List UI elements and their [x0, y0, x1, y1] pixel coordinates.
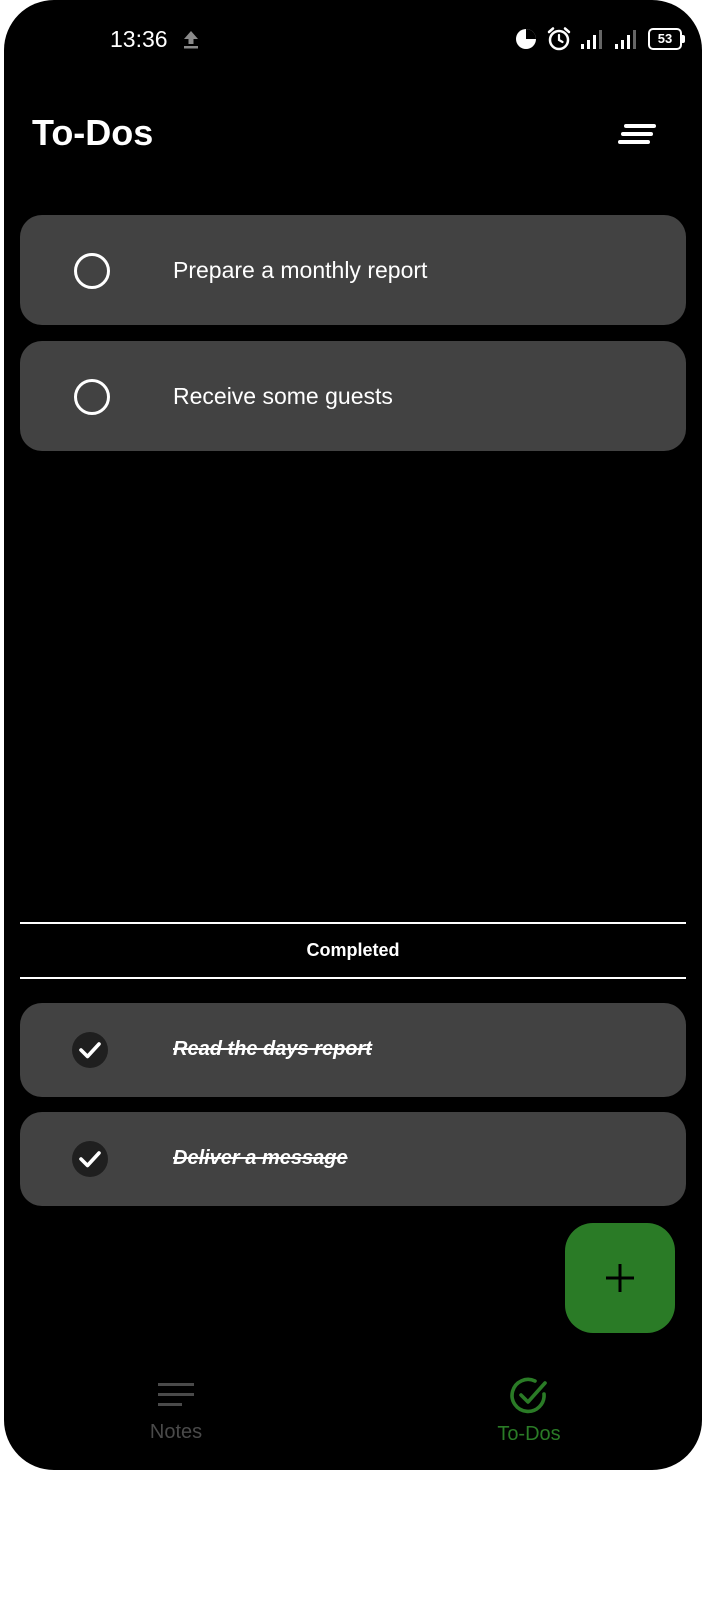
nav-label-todos: To-Dos: [497, 1423, 561, 1445]
todo-checkbox[interactable]: [74, 253, 110, 289]
checked-checkbox[interactable]: [72, 1141, 108, 1177]
data-usage-icon: [516, 29, 536, 49]
signal-icon-1: [581, 30, 602, 49]
add-todo-button[interactable]: [565, 1223, 675, 1333]
battery-indicator: 53: [648, 28, 685, 50]
completed-section-title: Completed: [306, 940, 400, 960]
alarm-icon: [547, 27, 571, 51]
phone-screen: 13:36 53 To-Dos Prepare a monthly report…: [4, 0, 702, 1470]
sort-icon: [618, 124, 656, 144]
todo-label: Prepare a monthly report: [173, 257, 428, 283]
status-icons: 53: [514, 26, 685, 52]
todo-item[interactable]: Prepare a monthly report: [20, 215, 686, 325]
signal-icon-2: [615, 30, 636, 49]
section-divider-top: [20, 922, 686, 924]
notes-icon: [158, 1383, 194, 1406]
status-bar: 13:36 53: [4, 0, 702, 80]
check-circle-icon: [510, 1377, 547, 1414]
page-title: To-Dos: [32, 112, 154, 153]
nav-item-todos[interactable]: To-Dos: [449, 1377, 609, 1446]
plus-icon: [606, 1264, 634, 1292]
upload-icon: [184, 31, 198, 49]
completed-todo-item[interactable]: Deliver a message: [20, 1112, 686, 1206]
completed-todo-label: Deliver a message: [173, 1147, 348, 1169]
todo-checkbox[interactable]: [74, 379, 110, 415]
todo-label: Receive some guests: [173, 383, 393, 409]
checked-checkbox[interactable]: [72, 1032, 108, 1068]
section-divider-bottom: [20, 977, 686, 979]
status-time: 13:36: [110, 26, 168, 52]
nav-item-notes[interactable]: Notes: [96, 1380, 256, 1444]
check-icon: [79, 1042, 101, 1059]
nav-label-notes: Notes: [149, 1421, 203, 1443]
check-icon: [79, 1151, 101, 1168]
completed-todo-item[interactable]: Read the days report: [20, 1003, 686, 1097]
completed-todo-label: Read the days report: [173, 1038, 372, 1060]
sort-button[interactable]: [608, 110, 658, 158]
todo-item[interactable]: Receive some guests: [20, 341, 686, 451]
